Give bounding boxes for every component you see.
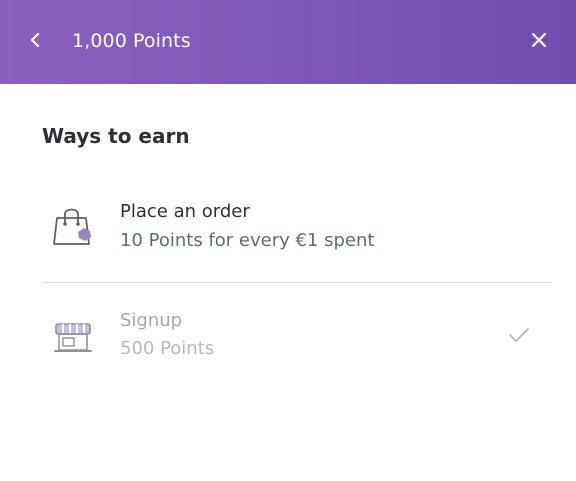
storefront-icon xyxy=(54,323,92,352)
shopping-bag-icon xyxy=(53,208,91,245)
chevron-left-icon xyxy=(30,32,40,48)
checkmark-icon xyxy=(509,328,529,342)
header-title: 1,000 Points xyxy=(72,30,191,52)
back-button[interactable] xyxy=(22,26,50,54)
close-button[interactable] xyxy=(524,25,554,55)
earn-item-title: Place an order xyxy=(120,201,250,222)
earn-item-title: Signup xyxy=(120,310,183,331)
earn-item-subtitle: 10 Points for every €1 spent xyxy=(120,230,375,251)
earn-item-place-order[interactable]: Place an order 10 Points for every €1 sp… xyxy=(42,196,552,283)
header-bar: 1,000 Points xyxy=(0,0,576,84)
earn-item-signup: Signup 500 Points xyxy=(42,306,552,370)
close-icon xyxy=(531,32,547,48)
section-title: Ways to earn xyxy=(42,124,190,148)
earn-item-subtitle: 500 Points xyxy=(120,338,215,359)
points-panel: 1,000 Points Ways to earn Place an order… xyxy=(0,0,576,481)
